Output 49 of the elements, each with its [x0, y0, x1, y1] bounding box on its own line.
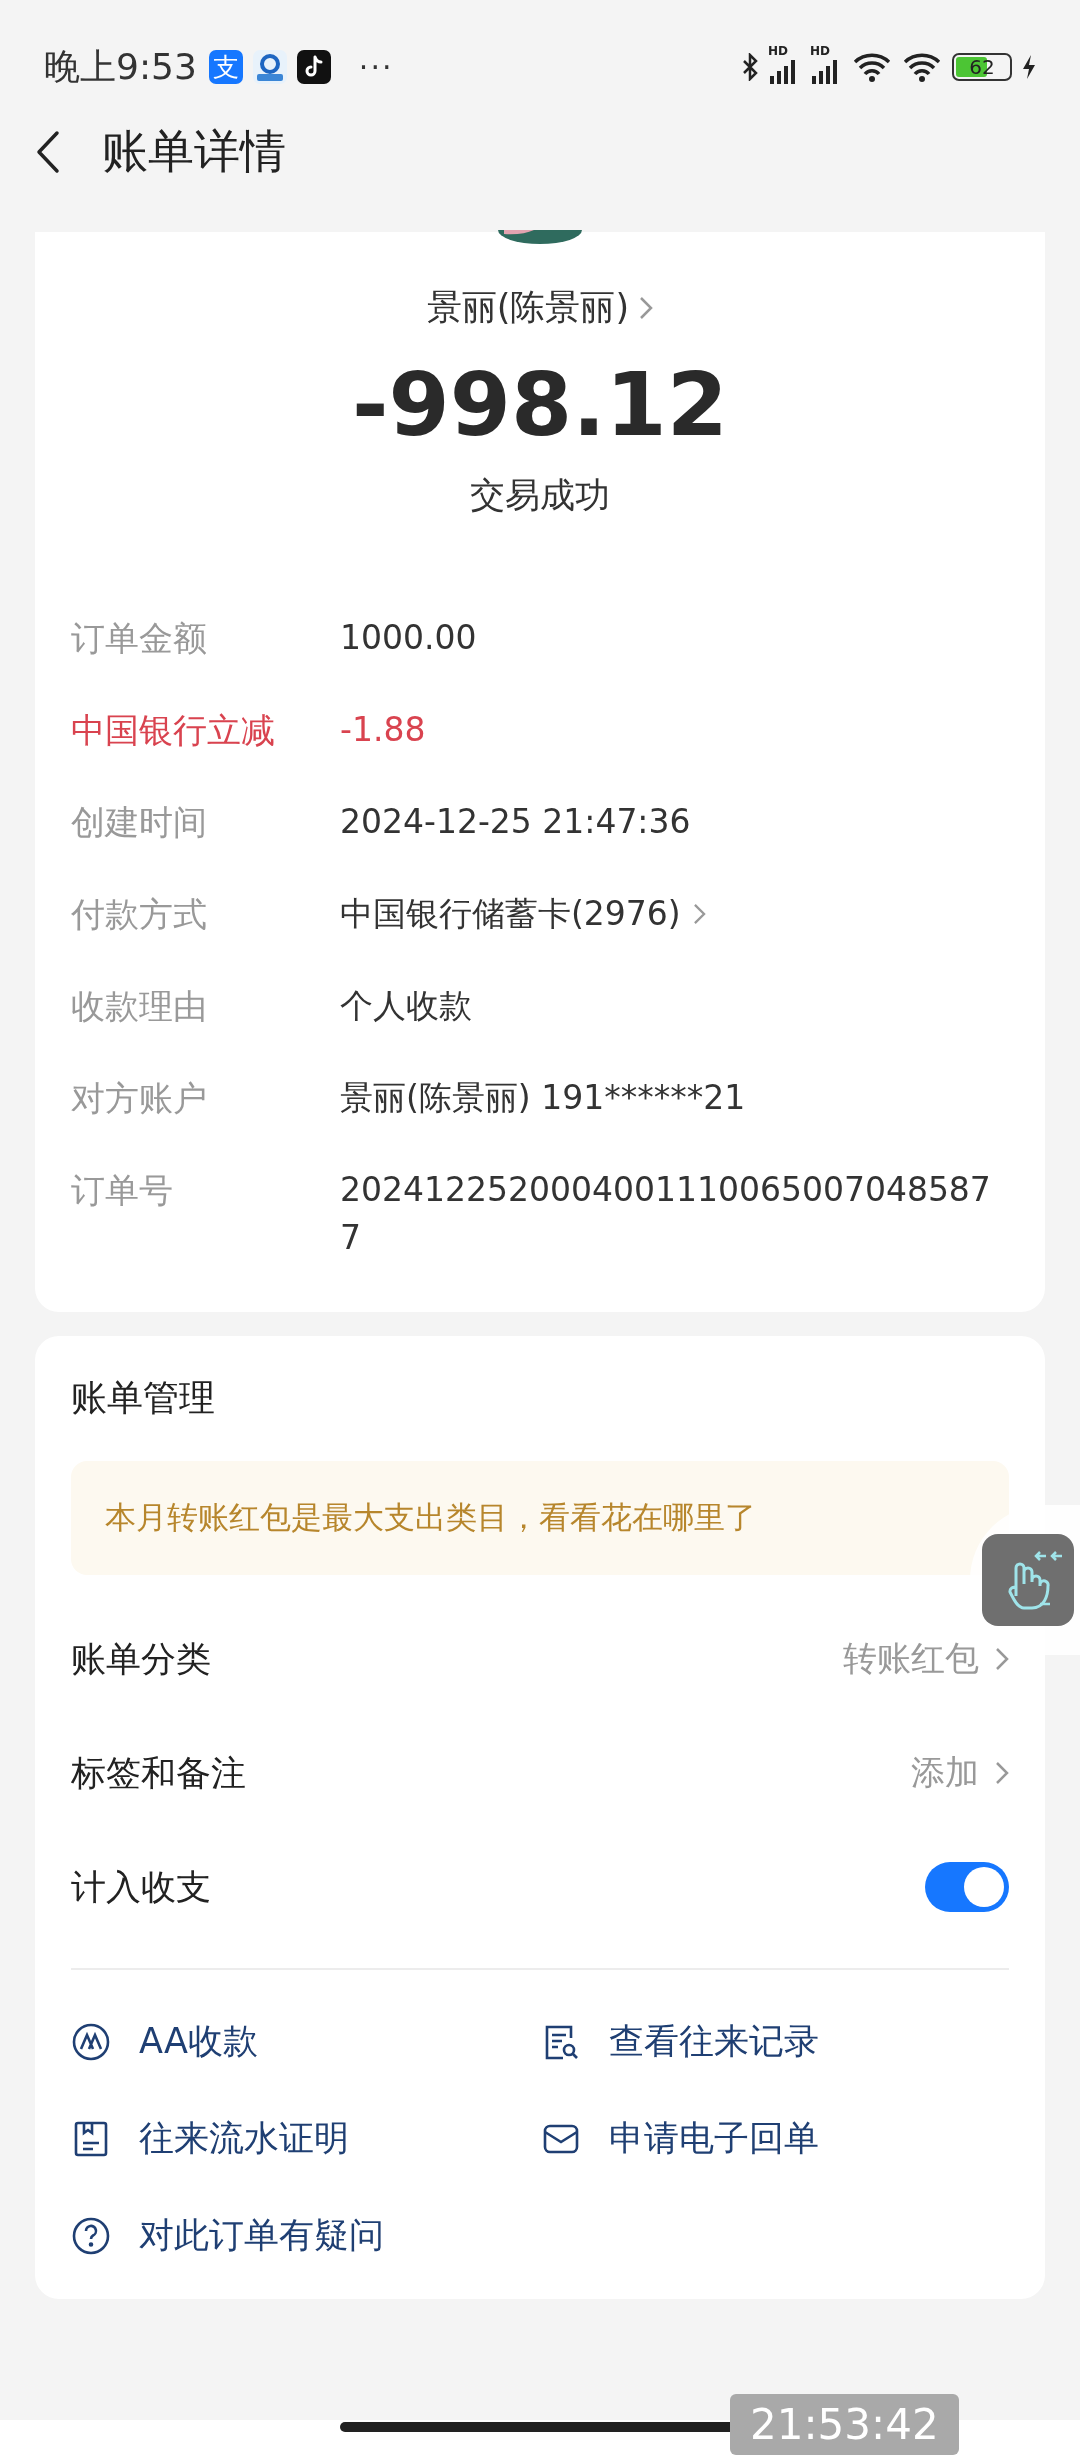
timestamp-overlay: 21:53:42 [730, 2394, 959, 2455]
detail-label: 中国银行立减 [71, 709, 276, 752]
detail-label: 订单号 [71, 1169, 174, 1212]
more-notifications: ··· [358, 49, 394, 85]
action-link[interactable]: AA收款 [71, 2018, 541, 2065]
chevron-icon [639, 295, 654, 320]
payee-link[interactable]: 景丽(陈景丽) [426, 284, 654, 331]
hd-label: HD [768, 44, 788, 58]
music-app-icon [296, 50, 331, 84]
back-button[interactable] [36, 130, 60, 174]
bluetooth-icon [742, 53, 758, 81]
detail-label: 订单金额 [71, 617, 208, 660]
action-link[interactable]: 对此订单有疑问 [71, 2212, 541, 2259]
aa-icon [71, 2021, 111, 2062]
wifi-icon [902, 52, 942, 82]
help-icon [71, 2215, 111, 2256]
action-link[interactable]: 查看往来记录 [541, 2018, 1009, 2065]
detail-label: 对方账户 [71, 1077, 208, 1120]
chevron-icon [692, 903, 706, 925]
hd-label: HD [810, 44, 830, 58]
avatar-icon [498, 230, 582, 244]
status-time: 晚上9:53 [44, 44, 197, 89]
page-title: 账单详情 [102, 123, 286, 180]
detail-value: 个人收款 [340, 985, 473, 1027]
detail-value[interactable]: 中国银行储蓄卡(2976) [340, 890, 1009, 938]
gesture-floating-button[interactable] [982, 1534, 1074, 1626]
action-link[interactable]: 申请电子回单 [541, 2115, 1009, 2162]
payment-app-icon: 支 [208, 50, 243, 84]
amount: -998.12 [351, 353, 729, 456]
detail-label: 创建时间 [71, 801, 208, 844]
setting-label: 标签和备注 [71, 1751, 246, 1795]
detail-value: 20241225200040011100650070485877 [340, 1169, 992, 1259]
action-link[interactable]: 往来流水证明 [71, 2115, 541, 2162]
chevron-icon [995, 1761, 1009, 1785]
setting-label: 计入收支 [71, 1865, 211, 1909]
detail-value: 1000.00 [340, 617, 478, 659]
detail-value: 景丽(陈景丽) 191******21 [340, 1077, 747, 1119]
bank-app-icon [252, 50, 287, 84]
wifi-icon [852, 52, 892, 82]
transaction-status: 交易成功 [470, 474, 610, 517]
charging-icon [1022, 54, 1036, 80]
detail-label: 收款理由 [71, 985, 208, 1028]
detail-value: 2024-12-25 21:47:36 [340, 801, 692, 843]
detail-label: 付款方式 [71, 893, 208, 936]
toggle-switch[interactable] [925, 1862, 1009, 1912]
section-title: 账单管理 [71, 1376, 216, 1420]
detail-value: -1.88 [340, 709, 427, 751]
chevron-icon [995, 1647, 1009, 1671]
setting-label: 账单分类 [71, 1637, 211, 1681]
